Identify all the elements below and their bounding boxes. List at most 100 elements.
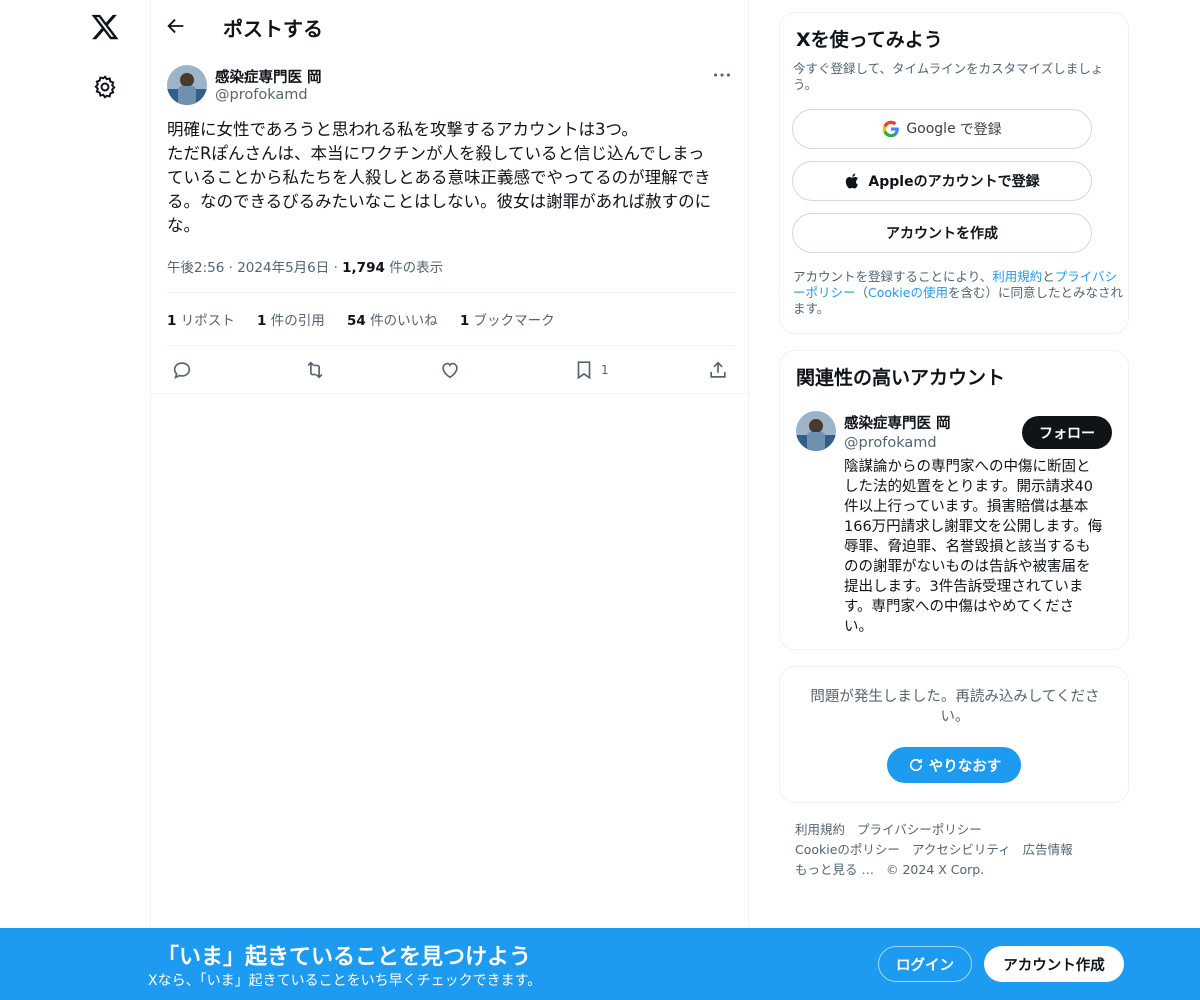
more-options-icon[interactable] <box>711 64 735 88</box>
divider <box>151 393 750 394</box>
apple-signup-button[interactable]: Appleのアカウントで登録 <box>792 161 1092 201</box>
refresh-icon <box>909 758 922 772</box>
left-nav <box>0 0 150 1000</box>
create-account-label: アカウントを作成 <box>886 226 998 242</box>
tweet-text-line: ていることから私たちを人殺しとある意味正義感でやってるのが理解でき <box>167 168 711 187</box>
related-account-name[interactable]: 感染症専門医 岡 <box>844 412 951 433</box>
divider <box>167 345 734 346</box>
terms-prefix: アカウントを登録することにより、 <box>793 269 993 284</box>
likes-label: 件のいいね <box>370 313 438 329</box>
tweet-text-line: る。なのできるびるみたいなことはしない。彼女は謝罪があれば赦すのに <box>167 192 712 211</box>
bookmarks-label: ブックマーク <box>473 313 555 329</box>
related-account-handle[interactable]: @profokamd <box>844 435 937 451</box>
related-accounts-card: 関連性の高いアカウント 感染症専門医 岡 @profokamd フォロー 陰謀論… <box>779 350 1129 650</box>
signup-card-title: Xを使ってみよう <box>796 29 943 51</box>
cookie-link[interactable]: Cookieの使用 <box>868 285 948 300</box>
tweet-meta: 午後2:56 · 2024年5月6日 · 1,794 件の表示 <box>167 256 443 276</box>
separator: · <box>228 260 238 276</box>
bio-line: す。専門家への中傷はやめてくださ <box>844 599 1075 615</box>
repost-button[interactable] <box>304 355 326 385</box>
like-button[interactable] <box>439 355 461 385</box>
retry-label: やりなおす <box>928 758 1002 775</box>
bio-line: 辱罪、脅迫罪、名誉毀損と該当するも <box>844 539 1091 555</box>
quotes-stat[interactable]: 1 件の引用 <box>257 313 325 329</box>
google-brand-label: Google <box>906 121 956 137</box>
signup-banner: 「いま」起きていることを見つけよう Xなら、「いま」起きていることをいち早くチェ… <box>0 928 1200 1000</box>
bio-line: のの謝罪がないものは告訴や被害届を <box>844 559 1091 575</box>
bookmark-icon <box>577 361 591 380</box>
tweet-time[interactable]: 午後2:56 <box>167 260 224 276</box>
tweet-date[interactable]: 2024年5月6日 <box>237 260 329 276</box>
gear-icon[interactable] <box>92 74 118 100</box>
reposts-label: リポスト <box>180 313 235 329</box>
bookmarks-count: 1 <box>459 313 470 329</box>
divider <box>167 292 734 293</box>
banner-subtitle: Xなら、「いま」起きていることをいち早くチェックできます。 <box>148 973 542 989</box>
tweet-text: 明確に女性であろうと思われる私を攻撃するアカウントは3つ。 ただRぽんさんは、本… <box>167 118 737 238</box>
likes-count: 54 <box>347 313 366 329</box>
footer-more-link[interactable]: もっと見る … <box>795 862 874 877</box>
bio-line: い。 <box>844 619 873 635</box>
google-signup-button[interactable]: Google で登録 <box>792 109 1092 149</box>
footer-privacy-link[interactable]: プライバシーポリシー <box>857 822 982 837</box>
error-card: 問題が発生しました。再読み込みしてください。 やりなおす <box>779 666 1129 803</box>
signup-button[interactable]: アカウント作成 <box>984 946 1124 982</box>
bio-line: 陰謀論からの専門家への中傷に断固と <box>844 459 1091 475</box>
tweet-actions: 1 <box>151 355 750 385</box>
related-card-title: 関連性の高いアカウント <box>796 367 1006 389</box>
google-icon <box>883 120 900 138</box>
main-column: ポストする 感染症専門医 岡 @profokamd 明確に女性であろうと思われる… <box>150 0 750 1000</box>
avatar[interactable] <box>167 65 207 105</box>
footer-terms-link[interactable]: 利用規約 <box>795 822 845 837</box>
login-button[interactable]: ログイン <box>878 946 972 982</box>
terms-paren: （ <box>855 285 869 300</box>
quotes-count: 1 <box>257 313 267 329</box>
signup-card: Xを使ってみよう 今すぐ登録して、タイムラインをカスタマイズしましょう。 Goo… <box>779 12 1129 334</box>
terms-notice: アカウントを登録することにより、利用規約とプライバシーポリシー（Cookieの使… <box>793 269 1123 317</box>
quotes-label: 件の引用 <box>270 313 325 329</box>
bio-line: した法的処置をとります。開示請求40 <box>844 479 1093 495</box>
author-handle[interactable]: @profokamd <box>215 87 308 103</box>
error-message: 問題が発生しました。再読み込みしてください。 <box>810 689 1100 725</box>
terms-link[interactable]: 利用規約 <box>992 269 1042 284</box>
reply-button[interactable] <box>171 355 193 385</box>
banner-title: 「いま」起きていることを見つけよう <box>157 945 532 970</box>
signup-card-subtitle: 今すぐ登録して、タイムラインをカスタマイズしましょう。 <box>793 61 1104 92</box>
views-label: 件の表示 <box>389 260 444 276</box>
avatar[interactable] <box>796 411 836 451</box>
page-header: ポストする <box>151 0 750 53</box>
share-button[interactable] <box>707 355 729 385</box>
x-logo-icon[interactable] <box>90 12 120 42</box>
author-name[interactable]: 感染症専門医 岡 <box>215 66 322 87</box>
reposts-stat[interactable]: 1 リポスト <box>167 313 235 329</box>
share-icon <box>710 361 726 378</box>
views-count: 1,794 <box>342 260 385 276</box>
reply-icon <box>173 362 191 379</box>
reposts-count: 1 <box>167 313 177 329</box>
bio-line: 提出します。3件告訴受理されていま <box>844 579 1084 595</box>
separator: · <box>333 260 343 276</box>
retry-button[interactable]: やりなおす <box>887 747 1021 783</box>
footer-ads-link[interactable]: 広告情報 <box>1023 842 1073 857</box>
tweet-text-line: ただRぽんさんは、本当にワクチンが人を殺していると信じ込んでしまっ <box>167 144 705 163</box>
terms-and: と <box>1042 269 1055 284</box>
create-account-button[interactable]: アカウントを作成 <box>792 213 1092 253</box>
tweet-text-line: 明確に女性であろうと思われる私を攻撃するアカウントは3つ。 <box>167 120 638 139</box>
arrow-left-icon[interactable] <box>165 15 189 39</box>
apple-signup-label: Appleのアカウントで登録 <box>868 174 1040 190</box>
bookmark-button[interactable]: 1 <box>573 355 609 385</box>
footer-cookie-link[interactable]: Cookieのポリシー <box>795 842 900 857</box>
follow-button[interactable]: フォロー <box>1022 416 1112 449</box>
likes-stat[interactable]: 54 件のいいね <box>347 313 438 329</box>
apple-icon <box>846 173 859 189</box>
related-account-bio: 陰謀論からの専門家への中傷に断固と した法的処置をとります。開示請求40 件以上… <box>844 457 1116 637</box>
copyright: © 2024 X Corp. <box>885 862 985 877</box>
bio-line: 166万円請求し謝罪文を公開します。侮 <box>844 519 1103 535</box>
google-signup-label: で登録 <box>959 122 1002 138</box>
repost-icon <box>307 361 323 379</box>
tweet-stats: 1 リポスト 1 件の引用 54 件のいいね 1 ブックマーク <box>167 309 573 329</box>
footer-accessibility-link[interactable]: アクセシビリティ <box>912 842 1011 857</box>
tweet-text-line: な。 <box>167 216 200 235</box>
bookmarks-stat[interactable]: 1 ブックマーク <box>460 313 555 329</box>
page-title: ポストする <box>223 17 323 41</box>
